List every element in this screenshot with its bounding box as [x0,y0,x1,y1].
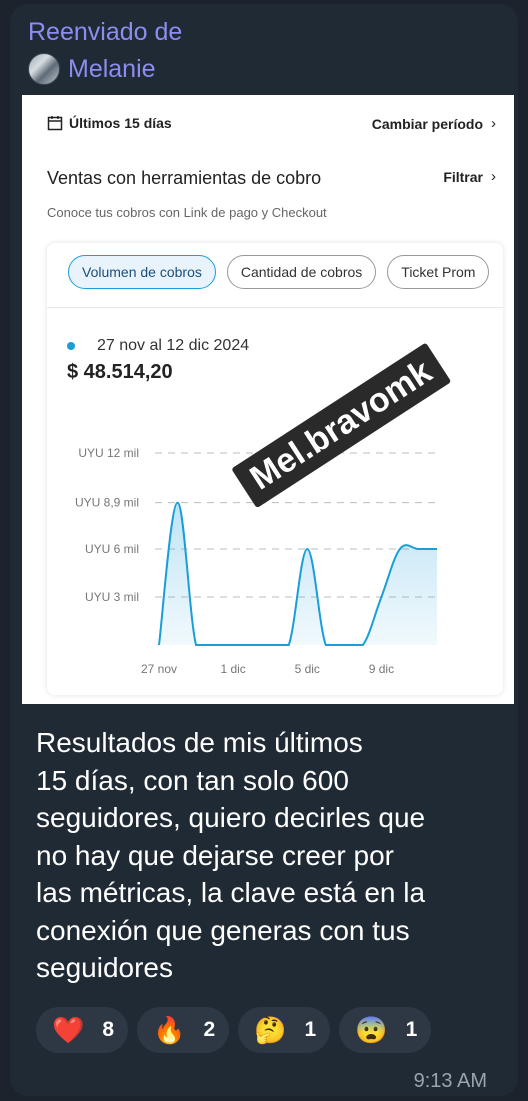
message-line: seguidores [36,952,173,983]
period-selector: Últimos 15 días [47,115,172,131]
message-line: Resultados de mis últimos [36,727,363,758]
reaction-count: 8 [102,1018,115,1041]
avatar[interactable] [28,53,60,85]
x-tick-label: 1 dic [220,662,245,676]
forwarded-from[interactable]: Melanie [28,52,156,86]
y-tick-label: UYU 8,9 mil [75,496,139,510]
fire-icon: 🔥 [153,1015,186,1045]
message-line: 15 días, con tan solo 600 [36,764,349,796]
message-line: seguidores, quiero decirles que [36,802,426,833]
total-amount: $ 48.514,20 [67,361,173,383]
message-text: Resultados de mis últimos 15 días, con t… [36,724,510,987]
date-range: 27 nov al 12 dic 2024 [97,337,250,354]
message-line: las métricas, la clave está en la [36,877,426,908]
reaction-thinking[interactable]: 🤔 1 [238,1007,331,1053]
calendar-icon [47,116,63,131]
forwarded-name[interactable]: Melanie [68,55,156,84]
reaction-fearful[interactable]: 😨 1 [339,1007,432,1053]
divider [47,307,503,308]
reaction-count: 1 [405,1018,418,1041]
legend-dot [67,342,75,350]
forwarded-label: Reenviado de [28,18,183,46]
x-tick-label: 9 dic [369,662,394,676]
reaction-heart[interactable]: ❤️ 8 [36,1007,129,1053]
message-line: conexión que generas con tus [36,914,410,946]
area-chart: UYU 3 mil UYU 6 mil UYU 8,9 mil UYU 12 mil 2… [75,446,439,676]
filter-link: Filtrar › [443,168,496,185]
chevron-right-icon: › [491,115,496,132]
metric-tabs: Volumen de cobros Cantidad de cobros Tic… [68,255,490,289]
reaction-fire[interactable]: 🔥 2 [137,1007,230,1053]
reaction-count: 2 [203,1018,216,1041]
screenshot-image[interactable]: Últimos 15 días Cambiar período › Ventas… [22,95,514,704]
series-area [159,502,437,645]
message-timestamp: 9:13 AM [413,1070,487,1092]
reactions: ❤️ 8 🔥 2 🤔 1 😨 1 [36,1007,432,1053]
heart-icon: ❤️ [52,1015,85,1045]
fearful-face-icon: 😨 [355,1015,388,1045]
y-tick-label: UYU 12 mil [78,446,139,460]
chip-volumen-de-cobros: Volumen de cobros [68,255,216,289]
reaction-count: 1 [304,1018,317,1041]
thinking-face-icon: 🤔 [254,1015,287,1045]
filter-label: Filtrar [443,168,483,185]
period-label: Últimos 15 días [69,115,172,131]
chip-ticket-promedio: Ticket Prom [387,255,490,289]
x-tick-label: 5 dic [295,662,320,676]
section-subtitle: Conoce tus cobros con Link de pago y Che… [47,205,327,220]
change-period-link: Cambiar período › [372,115,496,132]
message-line: no hay que dejarse creer por [36,839,394,871]
chevron-right-icon: › [491,168,496,185]
message-bubble: Reenviado de Melanie Últimos 15 días Cam… [10,4,518,1096]
x-tick-label: 27 nov [141,662,177,676]
section-title: Ventas con herramientas de cobro [47,168,322,188]
chip-cantidad-de-cobros: Cantidad de cobros [226,255,377,289]
y-tick-label: UYU 6 mil [85,542,139,556]
y-tick-label: UYU 3 mil [85,590,139,604]
chart-legend: 27 nov al 12 dic 2024 [67,337,249,355]
change-period-label: Cambiar período [371,115,483,132]
